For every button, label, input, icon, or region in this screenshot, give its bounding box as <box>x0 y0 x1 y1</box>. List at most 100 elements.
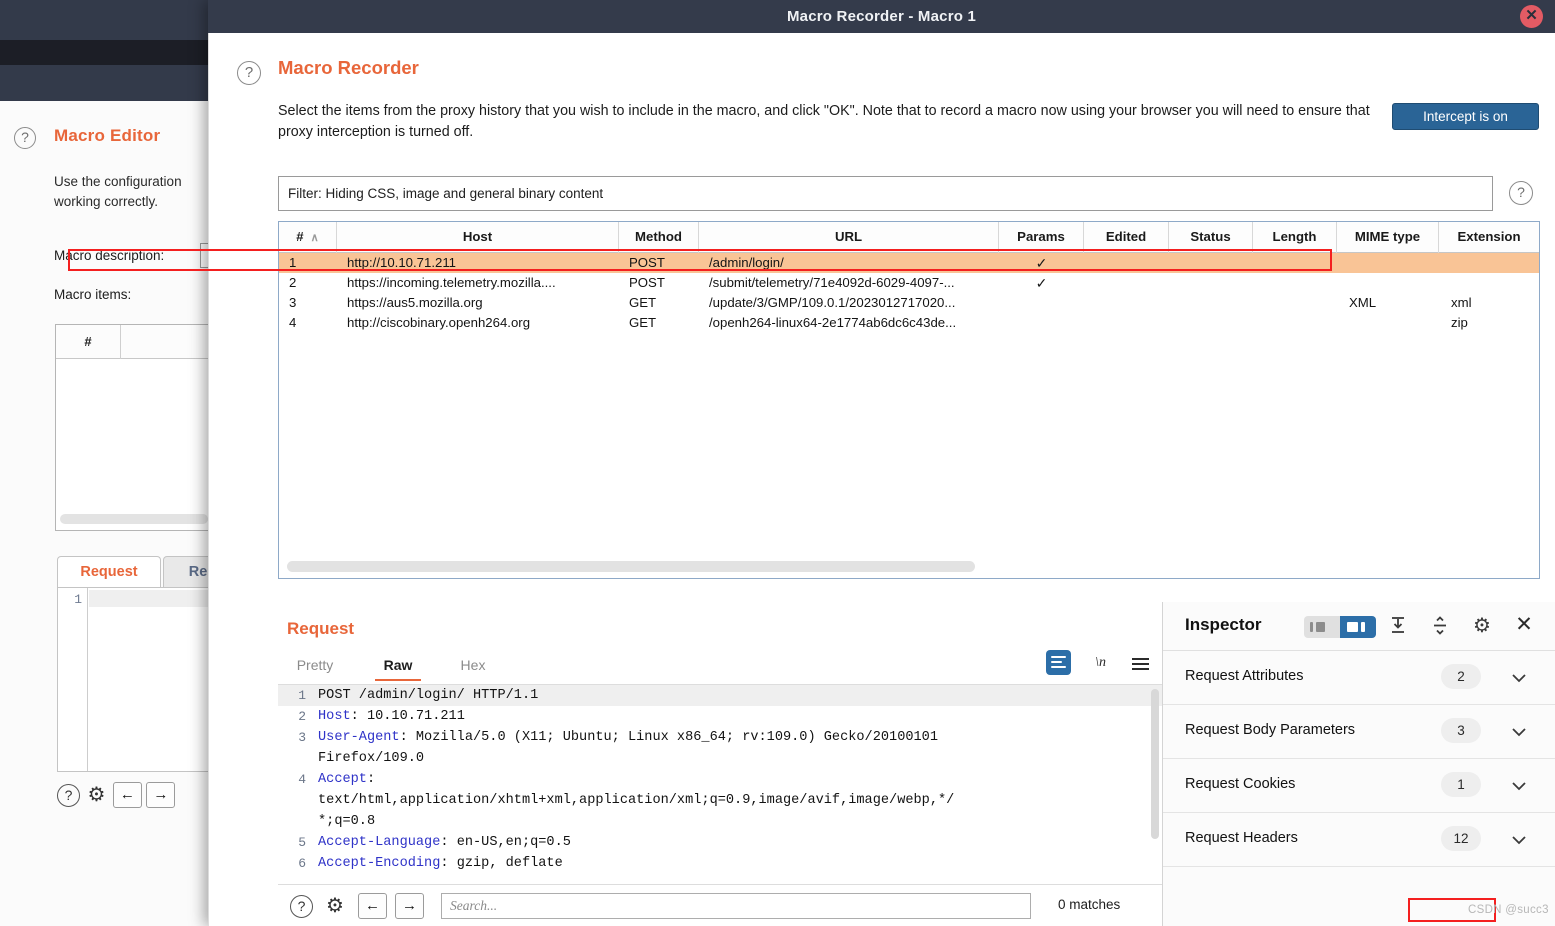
layout-option-left[interactable] <box>1304 616 1340 638</box>
proxy-history-table[interactable]: # ∧ Host Method URL Params Edited Status … <box>278 221 1540 579</box>
filter-bar[interactable]: Filter: Hiding CSS, image and general bi… <box>278 176 1493 211</box>
inspector-panel: Inspector ⚙ ✕ Request Attributes 2 Reque… <box>1162 602 1555 926</box>
proxy-history-hscrollbar[interactable] <box>287 561 975 572</box>
watermark: CSDN @succ3 <box>1468 904 1549 916</box>
chevron-down-icon[interactable] <box>1508 721 1530 743</box>
app-tabbar-band <box>0 65 212 101</box>
inspector-section-request-cookies[interactable]: Request Cookies 1 <box>1163 759 1555 813</box>
intercept-toggle-button[interactable]: Intercept is on <box>1392 103 1539 130</box>
column-header-length[interactable]: Length <box>1253 222 1337 253</box>
section-count-badge: 12 <box>1441 826 1481 851</box>
macro-editor-footer: ? ⚙ ← → <box>57 782 212 822</box>
cell-length <box>1253 253 1337 273</box>
column-header-params[interactable]: Params <box>999 222 1084 253</box>
inspector-header: Inspector ⚙ ✕ <box>1163 602 1555 651</box>
forward-arrow-icon[interactable]: → <box>146 782 176 808</box>
column-header-number[interactable]: # ∧ <box>279 222 337 253</box>
column-header-url[interactable]: URL <box>699 222 999 253</box>
help-icon[interactable]: ? <box>57 783 80 807</box>
column-header-status[interactable]: Status <box>1169 222 1253 253</box>
chevron-down-icon[interactable] <box>1508 829 1530 851</box>
close-icon[interactable]: ✕ <box>1520 5 1543 28</box>
dialog-titlebar: Macro Recorder - Macro 1 ✕ <box>208 0 1555 33</box>
table-row[interactable]: 4 http://ciscobinary.openh264.org GET /o… <box>279 313 1539 333</box>
inspector-section-request-body-parameters[interactable]: Request Body Parameters 3 <box>1163 705 1555 759</box>
request-panel-title: Request <box>287 619 355 638</box>
cell-method: POST <box>629 255 665 270</box>
cell-length <box>1253 273 1337 293</box>
macro-items-hscrollbar[interactable] <box>60 514 208 524</box>
close-icon[interactable]: ✕ <box>1511 613 1537 639</box>
macro-editor-tabs: Request Re <box>57 556 212 588</box>
macro-recorder-dialog: Macro Recorder - Macro 1 ✕ ? Macro Recor… <box>208 0 1555 926</box>
section-count-badge: 3 <box>1441 718 1481 743</box>
inspector-section-request-headers[interactable]: Request Headers 12 <box>1163 813 1555 867</box>
column-header-mime-type[interactable]: MIME type <box>1337 222 1439 253</box>
section-label: Request Body Parameters <box>1185 722 1356 738</box>
column-header-edited[interactable]: Edited <box>1084 222 1169 253</box>
tab-raw[interactable]: Raw <box>375 654 421 681</box>
request-vscrollbar[interactable] <box>1151 689 1159 839</box>
inspector-section-request-attributes[interactable]: Request Attributes 2 <box>1163 651 1555 705</box>
macro-editor-code-view[interactable]: 1 <box>57 587 212 772</box>
gear-icon[interactable]: ⚙ <box>84 783 108 807</box>
line-continuation: Firefox/109.0 <box>318 751 425 766</box>
table-row[interactable]: 2 https://incoming.telemetry.mozilla....… <box>279 273 1539 293</box>
proxy-history-rows: 1 http://10.10.71.211 POST /admin/login/… <box>279 253 1539 333</box>
cell-edited <box>1084 313 1169 333</box>
line-number: 5 <box>298 835 306 850</box>
tab-hex[interactable]: Hex <box>451 654 495 681</box>
macro-items-table[interactable]: # <box>55 324 212 531</box>
line-continuation: text/html,application/xhtml+xml,applicat… <box>318 793 955 808</box>
dialog-description: Select the items from the proxy history … <box>278 103 1370 140</box>
tab-response[interactable]: Re <box>163 556 212 588</box>
layout-toggle[interactable] <box>1304 616 1376 638</box>
line-continuation-2: *;q=0.8 <box>318 814 376 829</box>
cell-params <box>999 313 1084 333</box>
menu-icon[interactable] <box>1128 651 1152 675</box>
word-wrap-icon[interactable] <box>1046 650 1072 675</box>
help-icon[interactable]: ? <box>290 895 313 918</box>
cell-method: POST <box>629 275 665 290</box>
newline-icon[interactable]: \n <box>1089 651 1113 675</box>
table-row[interactable]: 1 http://10.10.71.211 POST /admin/login/… <box>279 253 1539 273</box>
request-raw-editor[interactable]: 1 POST /admin/login/ HTTP/1.1 2 Host: 10.1… <box>278 684 1162 876</box>
page-title: Macro Recorder <box>278 57 419 78</box>
tab-request[interactable]: Request <box>57 556 161 588</box>
inspector-title: Inspector <box>1185 615 1262 634</box>
code-line: 6 Accept-Encoding: gzip, deflate <box>278 853 1162 874</box>
cell-number: 3 <box>289 295 297 310</box>
help-icon[interactable]: ? <box>237 61 261 85</box>
column-header-extension[interactable]: Extension <box>1439 222 1539 253</box>
header-name: Accept-Encoding <box>318 856 441 871</box>
code-line: 3 User-Agent: Mozilla/5.0 (X11; Ubuntu; L… <box>278 727 1162 769</box>
section-label: Request Headers <box>1185 830 1298 846</box>
help-icon[interactable]: ? <box>1509 181 1533 205</box>
chevron-down-icon[interactable] <box>1508 775 1530 797</box>
search-input[interactable]: Search... <box>441 893 1031 919</box>
gear-icon[interactable]: ⚙ <box>1469 613 1495 639</box>
section-label: Request Attributes <box>1185 668 1304 684</box>
cell-number: 4 <box>289 315 297 330</box>
macro-description-label: Macro description: <box>54 248 165 263</box>
cell-extension <box>1439 273 1539 293</box>
back-arrow-icon[interactable]: ← <box>358 893 387 919</box>
code-first-line-highlight <box>89 590 211 607</box>
forward-arrow-icon[interactable]: → <box>395 893 424 919</box>
back-arrow-icon[interactable]: ← <box>112 782 142 808</box>
cell-edited <box>1084 253 1169 273</box>
gear-icon[interactable]: ⚙ <box>323 894 347 918</box>
chevron-down-icon[interactable] <box>1508 667 1530 689</box>
column-header-number[interactable]: # <box>56 325 121 359</box>
column-header-method[interactable]: Method <box>619 222 699 253</box>
help-icon[interactable]: ? <box>14 127 36 149</box>
expand-all-icon[interactable] <box>1427 613 1453 639</box>
request-raw-code: 1 POST /admin/login/ HTTP/1.1 2 Host: 10.1… <box>278 685 1162 874</box>
column-header-host[interactable]: Host <box>337 222 619 253</box>
cell-host: http://10.10.71.211 <box>347 255 457 270</box>
tab-pretty[interactable]: Pretty <box>287 654 343 681</box>
collapse-all-icon[interactable] <box>1385 613 1411 639</box>
cell-number: 2 <box>289 275 297 290</box>
layout-option-right[interactable] <box>1340 616 1376 638</box>
table-row[interactable]: 3 https://aus5.mozilla.org GET /update/3… <box>279 293 1539 313</box>
